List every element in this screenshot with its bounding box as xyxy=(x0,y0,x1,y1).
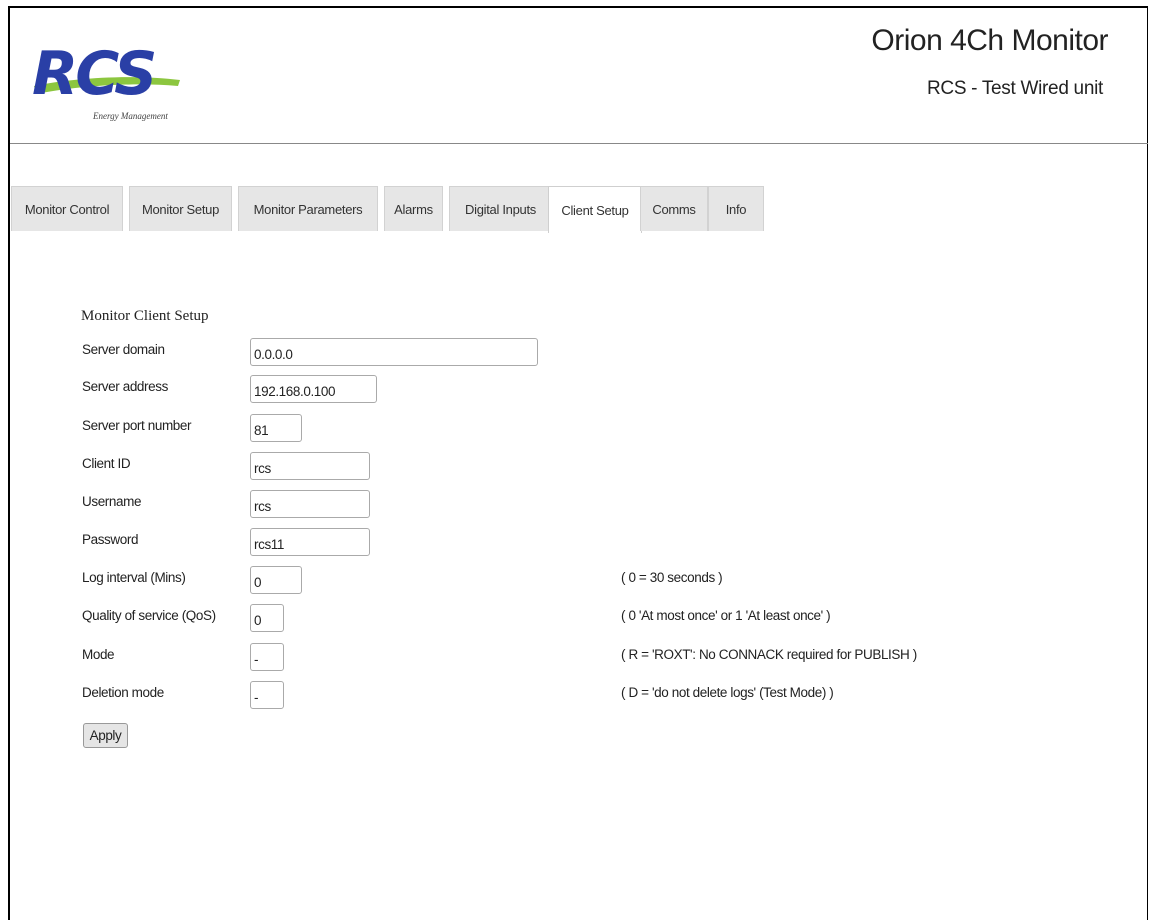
field-label: Password xyxy=(82,532,139,547)
field-hint: ( 0 'At most once' or 1 'At least once' … xyxy=(621,608,831,623)
form-title: Monitor Client Setup xyxy=(81,308,209,324)
logo-subtext: Energy Management xyxy=(93,111,168,121)
server-domain-input[interactable] xyxy=(250,338,538,366)
field-label: Client ID xyxy=(82,456,131,471)
logo-text: RCS xyxy=(32,39,157,109)
tab-info[interactable]: Info xyxy=(708,186,764,231)
field-label: Server address xyxy=(82,379,168,394)
password-input[interactable] xyxy=(250,528,370,556)
form-row-deletion-mode: Deletion mode ( D = 'do not delete logs'… xyxy=(0,681,1153,711)
rcs-logo: RCS Energy Management xyxy=(32,44,192,148)
header-divider xyxy=(10,143,1148,144)
username-input[interactable] xyxy=(250,490,370,518)
log-interval-input[interactable] xyxy=(250,566,302,594)
tab-monitor-setup[interactable]: Monitor Setup xyxy=(129,186,232,231)
field-hint: ( 0 = 30 seconds ) xyxy=(621,570,723,585)
field-label: Mode xyxy=(82,647,115,662)
form-row-username: Username xyxy=(0,490,1153,520)
header: RCS Energy Management Orion 4Ch Monitor … xyxy=(10,8,1148,144)
qos-input[interactable] xyxy=(250,604,284,632)
deletion-mode-input[interactable] xyxy=(250,681,284,709)
field-label: Log interval (Mins) xyxy=(82,570,186,585)
form-row-server-address: Server address xyxy=(0,375,1153,405)
client-id-input[interactable] xyxy=(250,452,370,480)
apply-button[interactable]: Apply xyxy=(83,723,128,748)
form-row-password: Password xyxy=(0,528,1153,558)
tab-client-setup[interactable]: Client Setup xyxy=(548,186,642,233)
tab-alarms[interactable]: Alarms xyxy=(384,186,443,231)
page-title: Orion 4Ch Monitor xyxy=(871,24,1108,57)
server-port-input[interactable] xyxy=(250,414,302,442)
form-row-server-domain: Server domain xyxy=(0,338,1153,368)
field-label: Server domain xyxy=(82,342,165,357)
mode-input[interactable] xyxy=(250,643,284,671)
tab-monitor-control[interactable]: Monitor Control xyxy=(11,186,123,231)
tab-monitor-parameters[interactable]: Monitor Parameters xyxy=(238,186,378,231)
form-row-log-interval: Log interval (Mins) ( 0 = 30 seconds ) xyxy=(0,566,1153,596)
form-row-client-id: Client ID xyxy=(0,452,1153,482)
form-row-qos: Quality of service (QoS) ( 0 'At most on… xyxy=(0,604,1153,634)
field-hint: ( R = 'ROXT': No CONNACK required for PU… xyxy=(621,647,917,662)
form-row-mode: Mode ( R = 'ROXT': No CONNACK required f… xyxy=(0,643,1153,673)
field-label: Username xyxy=(82,494,142,509)
field-label: Quality of service (QoS) xyxy=(82,608,216,623)
tab-digital-inputs[interactable]: Digital Inputs xyxy=(449,186,552,231)
field-label: Deletion mode xyxy=(82,685,164,700)
form-row-server-port: Server port number xyxy=(0,414,1153,444)
field-label: Server port number xyxy=(82,418,192,433)
unit-subtitle: RCS - Test Wired unit xyxy=(926,78,1103,99)
tab-comms[interactable]: Comms xyxy=(640,186,708,231)
field-hint: ( D = 'do not delete logs' (Test Mode) ) xyxy=(621,685,834,700)
server-address-input[interactable] xyxy=(250,375,377,403)
